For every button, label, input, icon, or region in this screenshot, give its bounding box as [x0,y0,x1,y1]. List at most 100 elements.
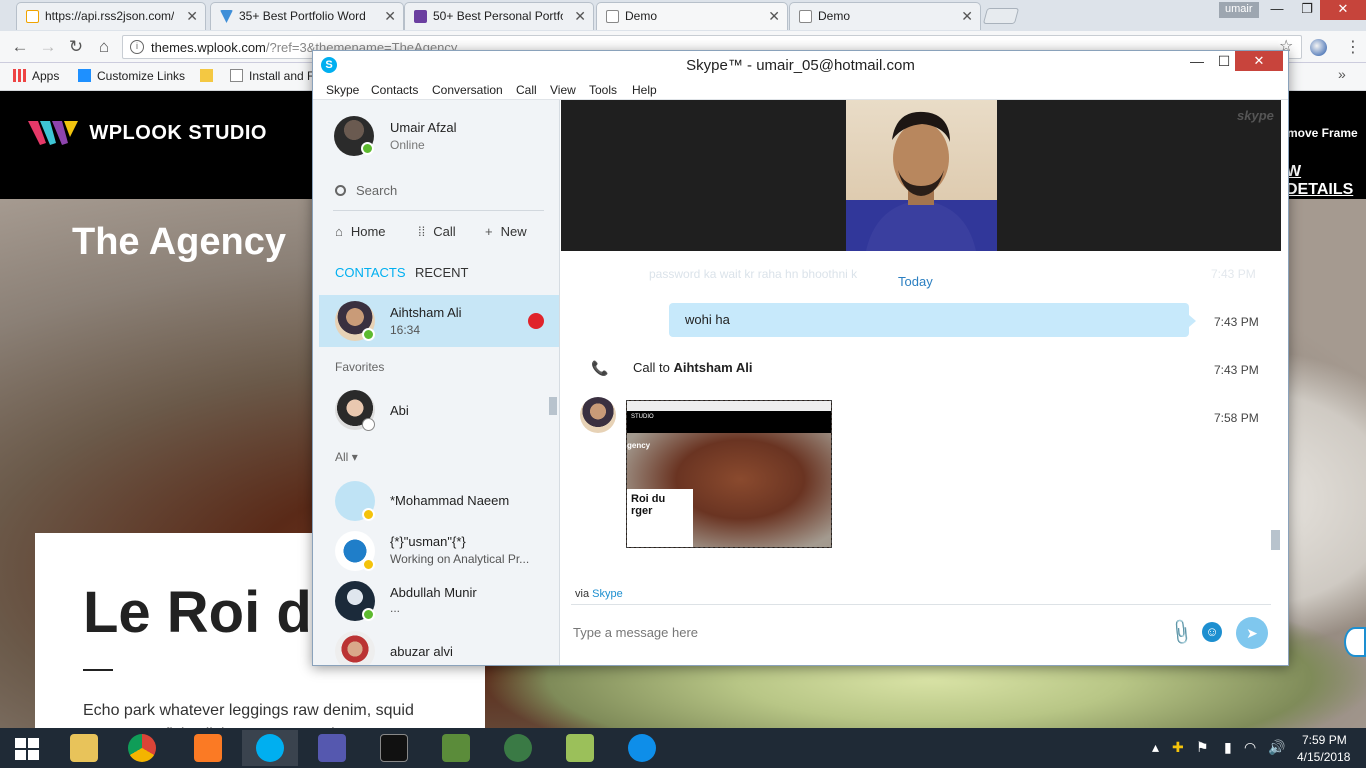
compose-divider [571,604,1271,605]
back-icon[interactable]: ← [10,37,30,57]
home-nav-button[interactable]: ⌂ Home [335,224,386,239]
away-status-icon [362,558,375,571]
contact-subtitle: 16:34 [390,323,421,337]
shared-screenshot-image[interactable]: STUDIO gency Roi du rger [626,400,832,548]
online-status-icon [362,328,375,341]
minimize-icon[interactable]: — [1183,53,1211,73]
message-input[interactable] [573,620,1153,644]
faded-message-time: 7:43 PM [1211,267,1256,281]
sender-avatar[interactable] [580,397,616,433]
folder-icon [70,734,98,762]
maximize-icon[interactable]: ☐ [1210,53,1238,73]
minimize-icon[interactable]: — [1262,0,1292,20]
bookmark-install[interactable]: Install and F [230,69,314,83]
all-contacts-filter[interactable]: All ▾ [335,450,358,464]
browser-tab[interactable]: 50+ Best Personal Portfo ✕ [404,2,594,30]
xampp-icon [194,734,222,762]
taskbar: ▴ ✚ ⚑ ▮ ◠ 🔊 7:59 PM 4/15/2018 [0,728,1366,768]
menu-tools[interactable]: Tools [589,83,617,97]
favorite-contact-name[interactable]: Abi [390,403,409,418]
contact-name[interactable]: {*}"usman"{*} [390,534,466,549]
taskbar-atom[interactable] [490,730,546,766]
conversation-pane: skype password ka wait kr raha hn bhooth… [561,100,1288,665]
chrome-menu-icon[interactable]: ⋮ [1345,37,1361,57]
more-bookmarks-icon[interactable]: » [1338,66,1346,82]
bookmark-customize-links[interactable]: Customize Links [78,69,185,83]
home-icon[interactable]: ⌂ [94,37,114,57]
conversation-scrollbar[interactable] [1271,530,1280,550]
menu-conversation[interactable]: Conversation [432,83,503,97]
close-window-icon[interactable]: ✕ [1235,51,1283,71]
outgoing-message[interactable]: wohi ha [669,303,1196,337]
maximize-icon[interactable]: ❐ [1292,0,1322,20]
bookmark-folder[interactable] [200,69,219,83]
remove-frame-link[interactable]: move Frame [1287,126,1358,140]
clock-time[interactable]: 7:59 PM [1302,733,1347,747]
flag-icon[interactable]: ⚑ [1196,739,1209,756]
profile-button[interactable]: umair [1219,2,1259,18]
new-nav-button[interactable]: + New [485,224,527,239]
extension-icon[interactable] [1310,39,1327,56]
browser-tab[interactable]: Demo ✕ [789,2,981,30]
tab-recent[interactable]: RECENT [415,265,468,280]
online-status-icon [362,608,375,621]
update-shield-icon[interactable]: ✚ [1172,739,1184,756]
wifi-icon[interactable]: ◠ [1244,739,1256,756]
browser-tab-active[interactable]: Demo ✕ [596,2,788,30]
forward-icon[interactable]: → [38,37,58,57]
site-logo[interactable]: WPLOOK STUDIO [28,119,267,147]
taskbar-teamviewer[interactable] [614,730,670,766]
taskbar-app[interactable] [428,730,484,766]
taskbar-teams[interactable] [304,730,360,766]
windows-logo-icon [15,738,39,760]
close-tab-icon[interactable]: ✕ [961,8,973,25]
taskbar-notepad[interactable] [552,730,608,766]
battery-icon[interactable]: ▮ [1224,739,1232,756]
plus-icon: + [485,224,493,239]
browser-tab[interactable]: https://api.rss2json.com/ ✕ [16,2,206,30]
send-icon[interactable]: ➤ [1236,617,1268,649]
close-window-icon[interactable]: ✕ [1320,0,1366,20]
browser-tab[interactable]: 35+ Best Portfolio Word ✕ [210,2,404,30]
via-skype-link[interactable]: Skype [592,588,623,600]
menu-call[interactable]: Call [516,83,537,97]
close-tab-icon[interactable]: ✕ [384,8,396,25]
contact-search[interactable]: Search [335,183,397,198]
show-hidden-icons[interactable]: ▴ [1152,739,1159,756]
call-nav-button[interactable]: ⁞⁞ Call [418,224,456,239]
contact-name[interactable]: abuzar alvi [390,644,453,659]
new-tab-button[interactable] [982,8,1020,24]
teams-icon [318,734,346,762]
taskbar-skype[interactable] [242,730,298,766]
menu-contacts[interactable]: Contacts [371,83,418,97]
taskbar-cmd[interactable] [366,730,422,766]
close-tab-icon[interactable]: ✕ [186,8,198,25]
clock-date[interactable]: 4/15/2018 [1297,750,1350,764]
portfolio-favicon-icon [220,10,233,23]
contact-name[interactable]: *Mohammad Naeem [390,493,509,508]
taskbar-file-explorer[interactable] [56,730,112,766]
attach-file-icon[interactable]: 📎 [1166,617,1197,647]
my-status[interactable]: Online [390,138,425,152]
menu-view[interactable]: View [550,83,576,97]
close-tab-icon[interactable]: ✕ [768,8,780,25]
teamviewer-tab-icon[interactable] [1344,627,1366,657]
taskbar-chrome[interactable] [114,730,170,766]
contact-name[interactable]: Abdullah Munir [390,585,477,600]
menu-skype[interactable]: Skype [326,83,359,97]
chrome-icon [128,734,156,762]
menu-help[interactable]: Help [632,83,657,97]
emoticon-icon[interactable]: ☺ [1202,622,1222,642]
bookmark-apps[interactable]: Apps [13,69,59,83]
view-details-link[interactable]: W DETAILS [1286,163,1366,199]
tab-contacts[interactable]: CONTACTS [335,265,406,280]
page-favicon-icon [799,10,812,23]
page-favicon-icon [606,10,619,23]
volume-icon[interactable]: 🔊 [1268,739,1285,756]
taskbar-xampp[interactable] [180,730,236,766]
close-tab-icon[interactable]: ✕ [574,8,586,25]
start-button[interactable] [0,728,56,768]
reload-icon[interactable]: ↻ [66,37,86,57]
info-icon[interactable]: i [130,40,144,54]
sidebar-scrollbar[interactable] [549,397,557,415]
